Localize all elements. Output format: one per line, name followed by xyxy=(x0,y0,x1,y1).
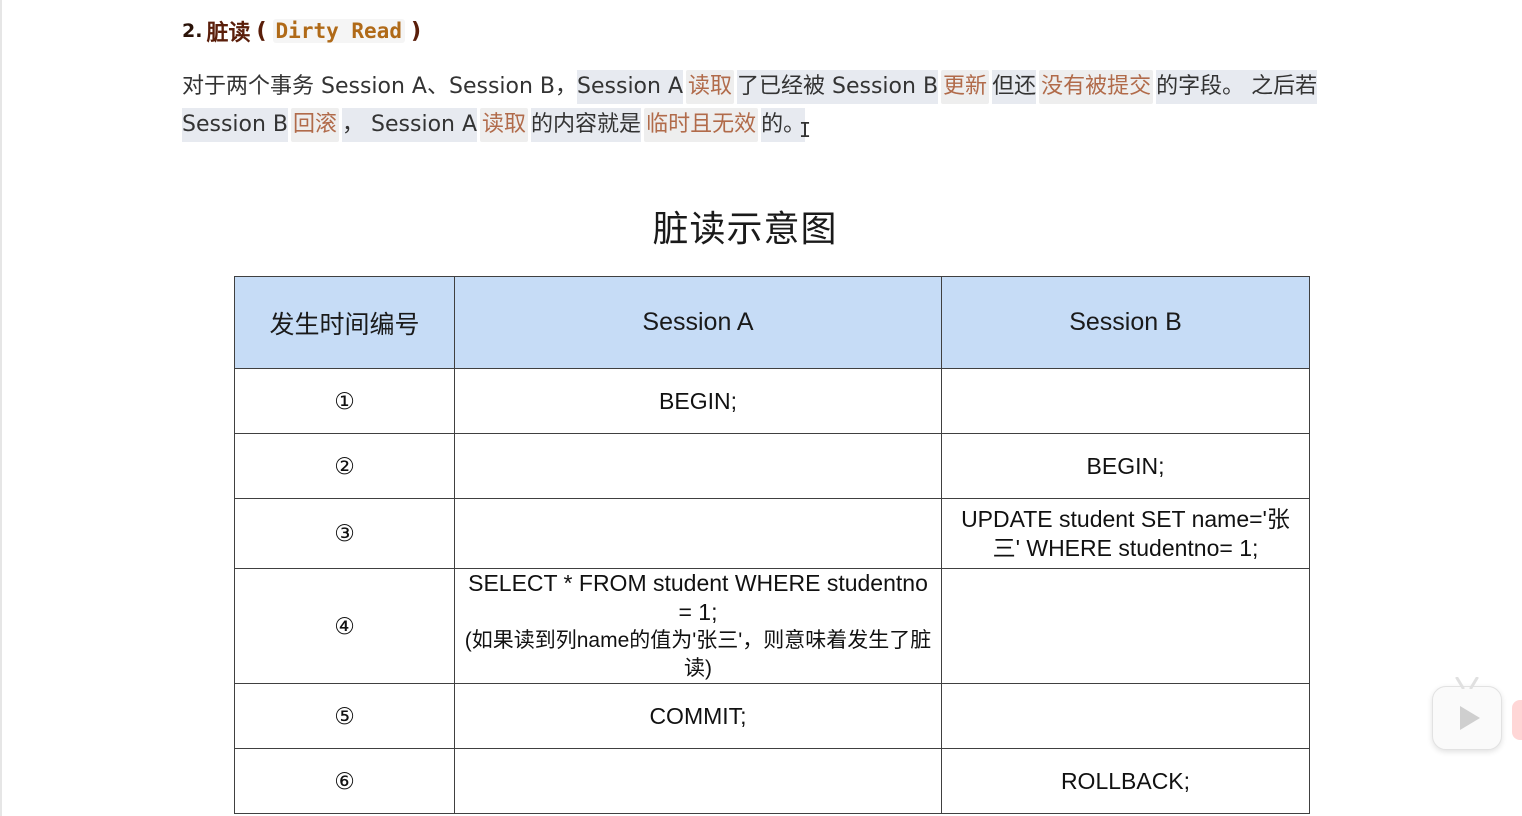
session-b-cell xyxy=(941,683,1310,749)
session-a-cell xyxy=(454,433,942,499)
para-text-selected: 的内容就是 xyxy=(531,108,642,142)
para-keyword: 回滚 xyxy=(291,108,340,142)
session-b-cell xyxy=(941,368,1310,434)
para-keyword: 读取 xyxy=(480,108,529,142)
para-text: 对于两个事务 Session A、Session B， xyxy=(182,74,578,99)
step-number: ② xyxy=(234,433,455,499)
table-row: ② BEGIN; xyxy=(234,433,1310,499)
session-a-cell xyxy=(454,748,942,814)
para-keyword: 没有被提交 xyxy=(1039,70,1154,104)
session-b-cell: BEGIN; xyxy=(941,433,1310,499)
side-tab[interactable] xyxy=(1512,700,1522,740)
session-a-cell: BEGIN; xyxy=(454,368,942,434)
para-text-selected: 的字段。 之后若 xyxy=(1156,70,1318,104)
page-edge xyxy=(0,0,2,816)
step-number: ④ xyxy=(234,568,455,684)
diagram-title: 脏读示意图 xyxy=(652,209,838,250)
table-row: ⑥ ROLLBACK; xyxy=(234,748,1310,814)
table-row: ④ SELECT * FROM student WHERE studentno … xyxy=(234,568,1310,684)
section-heading: 2. 脏读 ( Dirty Read ) xyxy=(182,14,427,48)
para-text-selected: 了已经被 Session B xyxy=(737,70,939,104)
heading-paren-close: ) xyxy=(410,18,422,44)
tv-antenna-icon xyxy=(1455,677,1479,689)
dirty-read-table: 发生时间编号 Session A Session B ① BEGIN; ② BE… xyxy=(234,276,1310,814)
para-keyword: 读取 xyxy=(686,70,735,104)
header-session-b: Session B xyxy=(941,276,1310,369)
heading-title-en: Dirty Read xyxy=(272,19,405,43)
para-text-selected: Session A xyxy=(577,70,683,104)
heading-number: 2. xyxy=(182,20,203,42)
paragraph-line-2: Session B 回滚 ， Session A 读取 的内容就是 临时且无效 … xyxy=(182,108,806,142)
session-b-cell xyxy=(941,568,1310,684)
session-b-cell: ROLLBACK; xyxy=(941,748,1310,814)
table-row: ⑤ COMMIT; xyxy=(234,683,1310,749)
paragraph-line-1: 对于两个事务 Session A、Session B， Session A 读取… xyxy=(182,70,1318,104)
para-text-selected: Session B xyxy=(182,108,289,142)
header-step: 发生时间编号 xyxy=(234,276,455,369)
step-number: ① xyxy=(234,368,455,434)
session-a-cell: SELECT * FROM student WHERE studentno = … xyxy=(454,568,942,684)
para-text-selected: 但还 xyxy=(992,70,1037,104)
step-number: ③ xyxy=(234,498,455,569)
play-icon xyxy=(1460,706,1480,730)
step-number: ⑥ xyxy=(234,748,455,814)
header-session-a: Session A xyxy=(454,276,942,369)
session-b-cell: UPDATE student SET name='张三' WHERE stude… xyxy=(941,498,1310,569)
para-keyword: 更新 xyxy=(941,70,990,104)
heading-title-cn: 脏读 xyxy=(206,21,251,46)
para-text-selected: ， Session A xyxy=(342,108,478,142)
text-cursor-icon: I xyxy=(799,118,812,142)
session-a-cell: COMMIT; xyxy=(454,683,942,749)
heading-paren-open: ( xyxy=(256,18,267,44)
dirty-read-note: (如果读到列name的值为'张三'，则意味着发生了脏读) xyxy=(464,629,932,680)
para-keyword: 临时且无效 xyxy=(644,108,759,142)
step-number: ⑤ xyxy=(234,683,455,749)
table-row: ③ UPDATE student SET name='张三' WHERE stu… xyxy=(234,498,1310,569)
table-header-row: 发生时间编号 Session A Session B xyxy=(234,276,1310,369)
table-row: ① BEGIN; xyxy=(234,368,1310,434)
sql-query-text: SELECT * FROM student WHERE studentno = … xyxy=(468,570,928,625)
session-a-cell xyxy=(454,498,942,569)
video-play-button[interactable] xyxy=(1432,677,1502,750)
